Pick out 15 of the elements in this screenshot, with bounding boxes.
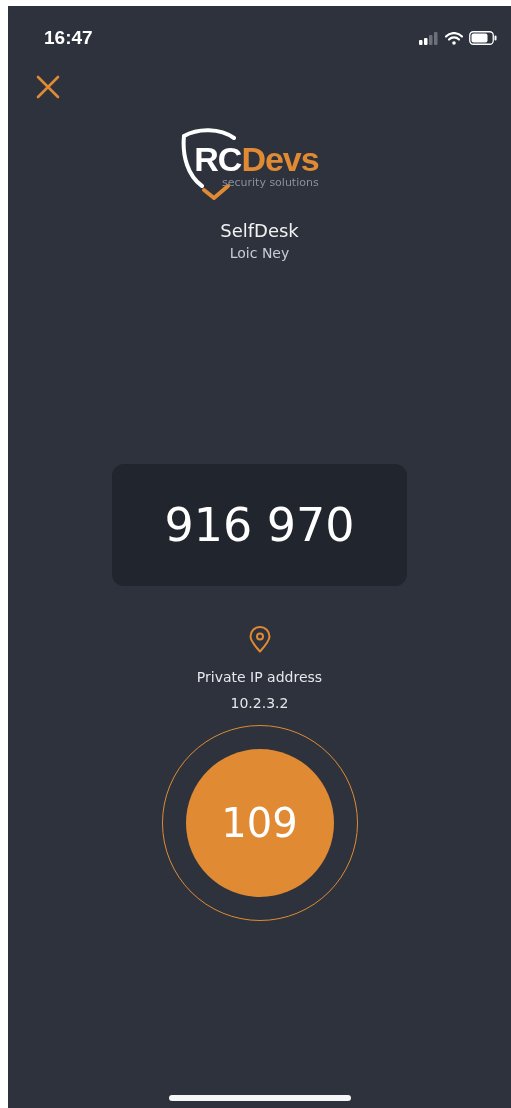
close-button[interactable] [36,75,60,99]
logo-tagline: security solutions [221,176,319,189]
location-label: Private IP address [196,668,323,687]
location-pin-icon [248,626,271,653]
status-time: 16:47 [44,27,93,49]
signal-icon [419,31,439,45]
wifi-icon [445,31,463,45]
ip-address: 10.2.3.2 [230,694,289,713]
otp-code: 916 970 [164,498,355,552]
logo-wordmark: RCDevs [194,142,319,176]
account-title: SelfDesk [220,219,299,243]
account-user: Loic Ney [229,244,290,263]
timer-seconds: 109 [221,800,298,846]
battery-icon [469,31,497,45]
close-icon [36,75,60,99]
